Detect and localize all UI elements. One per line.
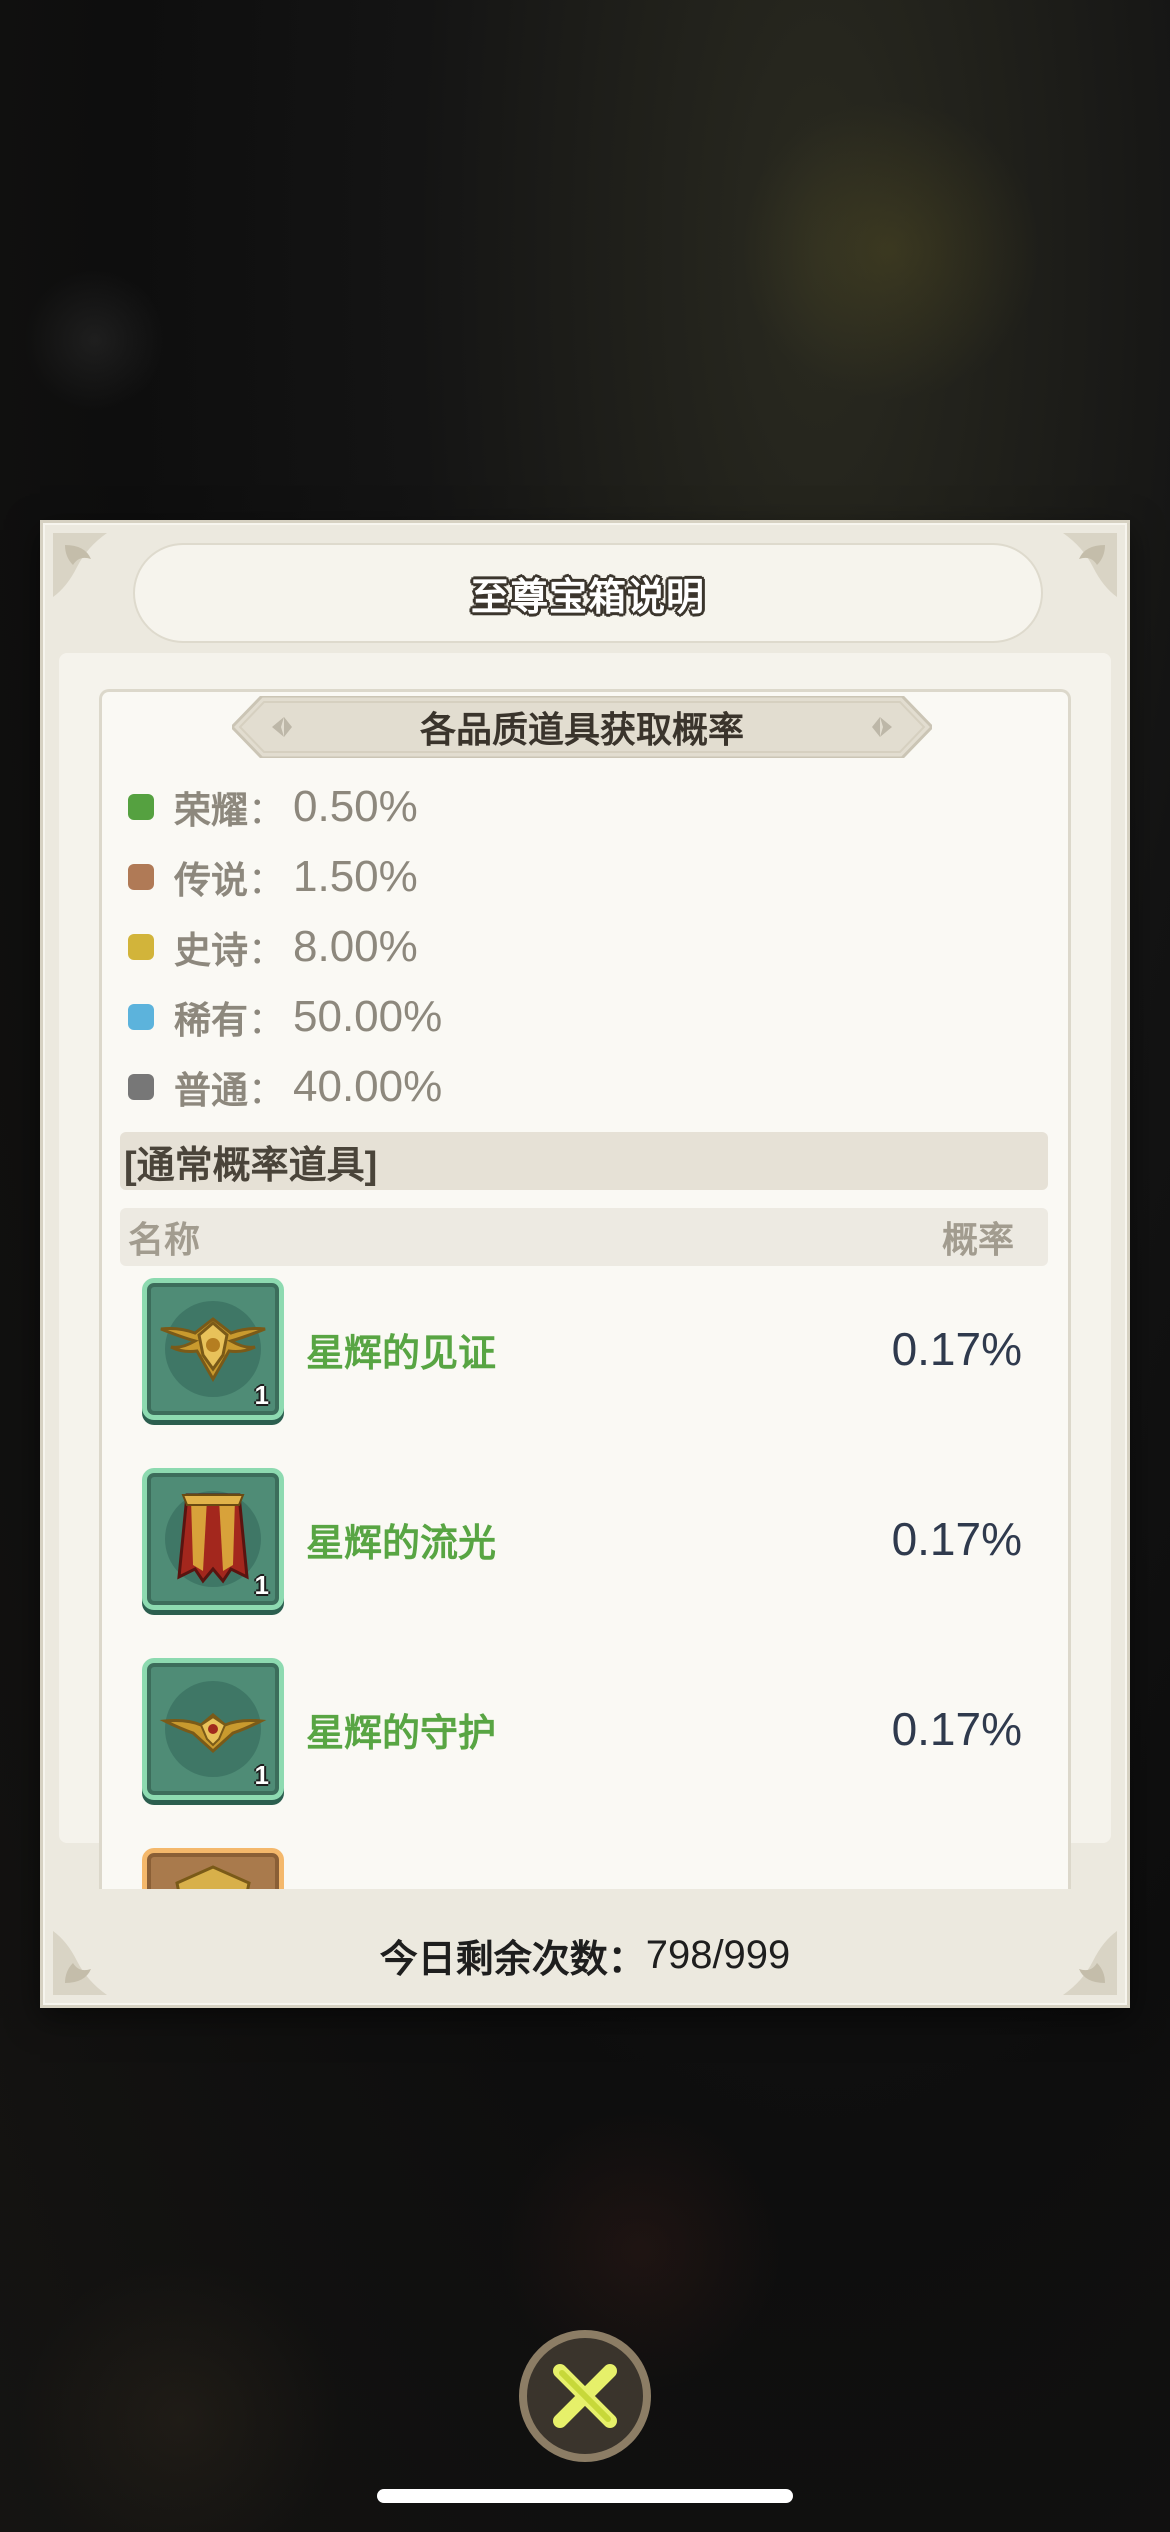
dialog-title: 至尊宝箱说明 <box>470 576 705 619</box>
quality-probability-list: 荣耀 ： 0.50% 传说 ： 1.50% 史诗 ： 8.00% 稀有 ： 50… <box>128 772 1028 1122</box>
probability-panel[interactable]: 各品质道具获取概率 荣耀 ： 0.50% 传说 ： 1.50% 史诗 ： 8.0… <box>99 689 1071 1889</box>
quality-color-dot <box>128 934 154 960</box>
item-rate: 0.17% <box>891 1703 1022 1755</box>
quality-value: 40.00% <box>293 1062 443 1111</box>
quality-row-glory: 荣耀 ： 0.50% <box>128 772 1028 842</box>
item-count: 1 <box>254 1570 269 1600</box>
item-icon-frame[interactable] <box>142 1848 284 1889</box>
item-count: 1 <box>254 1760 269 1790</box>
item-rate: 0.17% <box>891 1513 1022 1565</box>
dialog-content: 各品质道具获取概率 荣耀 ： 0.50% 传说 ： 1.50% 史诗 ： 8.0… <box>59 653 1111 1889</box>
quality-separator: ： <box>248 930 285 971</box>
item-name: 星辉的见证 <box>306 1332 497 1375</box>
item-icon-frame[interactable]: 1 <box>142 1278 284 1420</box>
quality-row-rare: 稀有 ： 50.00% <box>128 982 1028 1052</box>
item-icon-frame[interactable]: 1 <box>142 1468 284 1610</box>
dialog-title-bar: 至尊宝箱说明 <box>133 543 1043 643</box>
quality-label: 传说 <box>174 860 248 901</box>
quality-label: 普通 <box>174 1070 248 1111</box>
quality-label: 稀有 <box>174 1000 248 1041</box>
quality-row-epic: 史诗 ： 8.00% <box>128 912 1028 982</box>
quality-separator: ： <box>248 1000 285 1041</box>
item-rate: 0.17% <box>891 1323 1022 1375</box>
remaining-count-footer: 今日剩余次数： 798/999 <box>59 1923 1111 1987</box>
column-header-name: 名称 <box>128 1219 201 1260</box>
ribbon-title: 各品质道具获取概率 <box>419 709 744 750</box>
home-indicator[interactable] <box>377 2489 793 2503</box>
close-button[interactable] <box>519 2330 651 2462</box>
item-row-partial[interactable] <box>142 1844 1042 1889</box>
section-header: [通常概率道具] <box>120 1132 1048 1190</box>
section-title: [通常概率道具] <box>124 1144 378 1187</box>
ribbon-header: 各品质道具获取概率 <box>232 696 932 758</box>
table-header: 名称 概率 <box>120 1208 1048 1266</box>
remaining-count-label: 今日剩余次数： <box>379 1938 646 1981</box>
close-x-icon <box>553 2364 617 2428</box>
quality-label: 史诗 <box>174 930 248 971</box>
item-row[interactable]: 1 星辉的见证 0.17% <box>142 1274 1042 1424</box>
quality-row-common: 普通 ： 40.00% <box>128 1052 1028 1122</box>
quality-color-dot <box>128 1074 154 1100</box>
quality-value: 1.50% <box>293 852 418 901</box>
item-name: 星辉的守护 <box>306 1712 497 1755</box>
item-icon-frame[interactable]: 1 <box>142 1658 284 1800</box>
item-row[interactable]: 1 星辉的守护 0.17% <box>142 1654 1042 1804</box>
golden-crest-icon <box>175 1865 251 1889</box>
quality-separator: ： <box>248 790 285 831</box>
quality-row-legend: 传说 ： 1.50% <box>128 842 1028 912</box>
quality-value: 50.00% <box>293 992 443 1041</box>
remaining-count-value: 798/999 <box>645 1932 791 1977</box>
chest-info-dialog: 至尊宝箱说明 各品质道具获取概率 荣耀 ： 0.50% 传说 ： 1.50% 史… <box>40 520 1130 2008</box>
quality-value: 0.50% <box>293 782 418 831</box>
quality-color-dot <box>128 1004 154 1030</box>
item-row[interactable]: 1 星辉的流光 0.17% <box>142 1464 1042 1614</box>
column-header-rate: 概率 <box>941 1219 1014 1260</box>
quality-color-dot <box>128 794 154 820</box>
item-count: 1 <box>254 1380 269 1410</box>
quality-separator: ： <box>248 860 285 901</box>
quality-color-dot <box>128 864 154 890</box>
quality-separator: ： <box>248 1070 285 1111</box>
quality-label: 荣耀 <box>174 790 248 831</box>
quality-value: 8.00% <box>293 922 418 971</box>
item-name: 星辉的流光 <box>306 1522 497 1565</box>
